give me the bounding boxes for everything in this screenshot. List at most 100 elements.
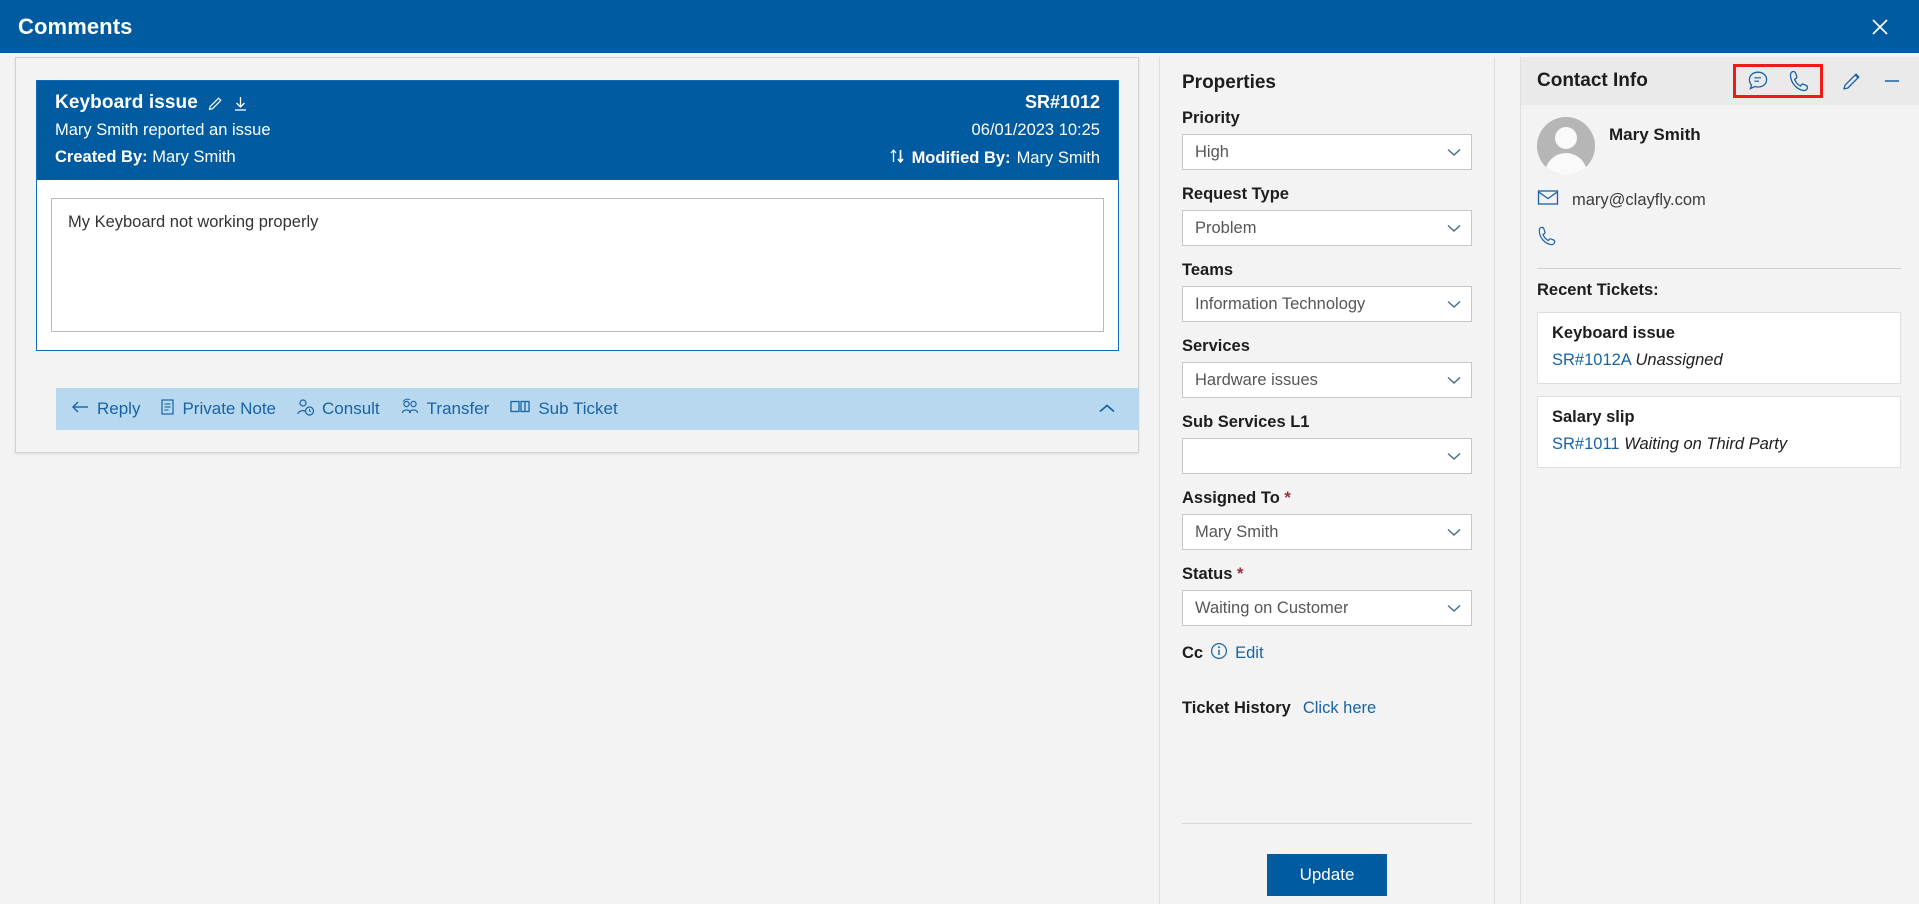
field-label-status: Status * bbox=[1182, 565, 1472, 584]
chat-icon[interactable] bbox=[1746, 69, 1770, 93]
contact-header-actions bbox=[1733, 57, 1903, 105]
created-by-value: Mary Smith bbox=[152, 148, 236, 166]
field-label-services: Services bbox=[1182, 337, 1472, 356]
action-sub-ticket[interactable]: Sub Ticket bbox=[509, 399, 618, 419]
action-sub-ticket-label: Sub Ticket bbox=[538, 399, 618, 418]
teams-select[interactable]: Information Technology bbox=[1182, 286, 1472, 322]
field-label-sub-services-l1: Sub Services L1 bbox=[1182, 413, 1472, 432]
main-content-area: Keyboard issue Mary Smith reported an is… bbox=[0, 53, 1919, 904]
status-badge: Waiting on Third Party bbox=[1624, 435, 1788, 453]
edit-pencil-glyph bbox=[1843, 73, 1860, 90]
cc-label: Cc bbox=[1182, 644, 1204, 662]
download-glyph bbox=[234, 96, 246, 111]
envelope-icon bbox=[1537, 189, 1559, 211]
contact-divider bbox=[1537, 268, 1901, 269]
modified-by-label: Modified By: bbox=[911, 149, 1011, 167]
services-label-text: Services bbox=[1182, 337, 1250, 355]
columns-glyph bbox=[510, 400, 530, 413]
sort-arrows-glyph bbox=[890, 149, 904, 164]
created-by-label: Created By: bbox=[55, 148, 148, 166]
request-type-label-text: Request Type bbox=[1182, 185, 1289, 203]
contact-email[interactable]: mary@clayfly.com bbox=[1572, 191, 1706, 210]
properties-divider bbox=[1182, 823, 1472, 824]
minimize-icon[interactable] bbox=[1881, 70, 1903, 92]
sub-services-l1-select[interactable] bbox=[1182, 438, 1472, 474]
ticket-message-body: My Keyboard not working properly bbox=[51, 198, 1104, 332]
chevron-down-icon bbox=[1447, 528, 1461, 536]
contact-email-row: mary@clayfly.com bbox=[1537, 189, 1901, 211]
avatar bbox=[1537, 117, 1595, 175]
action-transfer[interactable]: Transfer bbox=[400, 398, 490, 421]
teams-value: Information Technology bbox=[1195, 294, 1366, 313]
services-value: Hardware issues bbox=[1195, 370, 1318, 389]
action-reply[interactable]: Reply bbox=[70, 399, 140, 420]
transfer-people-icon bbox=[400, 398, 420, 421]
contact-info-body: Mary Smith mary@clayfly.com Recent Ticke… bbox=[1521, 117, 1919, 468]
recent-ticket-id[interactable]: SR#1011 bbox=[1552, 435, 1620, 453]
pencil-icon[interactable] bbox=[207, 95, 224, 112]
chevron-down-icon bbox=[1447, 224, 1461, 232]
recent-ticket-title: Salary slip bbox=[1552, 408, 1635, 426]
cc-row: Cc Edit bbox=[1182, 642, 1472, 665]
priority-select[interactable]: High bbox=[1182, 134, 1472, 170]
modified-by-value: Mary Smith bbox=[1016, 149, 1100, 167]
priority-value: High bbox=[1195, 142, 1229, 161]
chevron-up-icon[interactable] bbox=[1097, 403, 1117, 416]
phone-icon[interactable] bbox=[1537, 225, 1557, 252]
close-icon[interactable] bbox=[1863, 10, 1897, 44]
field-label-priority: Priority bbox=[1182, 109, 1472, 128]
info-glyph bbox=[1211, 642, 1228, 660]
pencil-glyph bbox=[208, 96, 222, 110]
list-item[interactable]: Salary slip SR#1011 Waiting on Third Par… bbox=[1537, 396, 1901, 468]
sort-arrows-icon[interactable] bbox=[889, 148, 906, 169]
edit-pencil-icon[interactable] bbox=[1841, 70, 1863, 92]
list-item[interactable]: Keyboard issue SR#1012A Unassigned bbox=[1537, 312, 1901, 384]
status-select[interactable]: Waiting on Customer bbox=[1182, 590, 1472, 626]
properties-panel: Properties Priority High Request Type Pr… bbox=[1159, 57, 1495, 904]
request-type-select[interactable]: Problem bbox=[1182, 210, 1472, 246]
sub-services-l1-label-text: Sub Services L1 bbox=[1182, 413, 1310, 431]
chevron-down-icon bbox=[1447, 376, 1461, 384]
ticket-history-label: Ticket History bbox=[1182, 699, 1291, 717]
ticket-card: Keyboard issue Mary Smith reported an is… bbox=[15, 57, 1139, 453]
ticket-history-link[interactable]: Click here bbox=[1303, 699, 1376, 718]
chat-glyph bbox=[1748, 71, 1768, 90]
recent-ticket-title: Keyboard issue bbox=[1552, 324, 1675, 342]
assigned-to-value: Mary Smith bbox=[1195, 522, 1279, 541]
cc-edit-link[interactable]: Edit bbox=[1235, 644, 1263, 663]
ticket-header-right: SR#1012 06/01/2023 10:25 Modified By: Ma… bbox=[889, 92, 1100, 169]
assigned-to-label-text: Assigned To bbox=[1182, 489, 1280, 507]
chevron-down-icon bbox=[1447, 452, 1461, 460]
recent-ticket-id[interactable]: SR#1012A bbox=[1552, 351, 1631, 369]
chevron-down-icon bbox=[1447, 300, 1461, 308]
info-icon[interactable] bbox=[1210, 642, 1228, 665]
highlighted-actions-group bbox=[1733, 64, 1823, 98]
properties-title: Properties bbox=[1182, 72, 1276, 93]
action-private-note-label: Private Note bbox=[182, 399, 277, 418]
update-button[interactable]: Update bbox=[1267, 854, 1387, 896]
transfer-people-glyph bbox=[401, 398, 418, 413]
chevron-up-glyph bbox=[1099, 404, 1115, 413]
services-select[interactable]: Hardware issues bbox=[1182, 362, 1472, 398]
avatar-head bbox=[1555, 127, 1577, 149]
recent-ticket-meta: SR#1011 Waiting on Third Party bbox=[1552, 435, 1886, 454]
status-badge: Unassigned bbox=[1635, 351, 1723, 369]
avatar-shoulders bbox=[1545, 153, 1587, 175]
ticket-action-bar: Reply Private Note Consult Transfer Sub … bbox=[56, 388, 1139, 430]
conversation-column: Keyboard issue Mary Smith reported an is… bbox=[0, 53, 1158, 904]
phone-icon[interactable] bbox=[1788, 69, 1810, 93]
recent-tickets-label: Recent Tickets: bbox=[1537, 281, 1659, 299]
action-reply-label: Reply bbox=[97, 399, 141, 418]
status-value: Waiting on Customer bbox=[1195, 598, 1349, 617]
download-icon[interactable] bbox=[233, 95, 248, 112]
action-transfer-label: Transfer bbox=[426, 399, 490, 418]
ticket-history-row: Ticket History Click here bbox=[1182, 699, 1472, 718]
envelope-glyph bbox=[1537, 190, 1559, 205]
required-marker: * bbox=[1284, 489, 1291, 507]
assigned-to-select[interactable]: Mary Smith bbox=[1182, 514, 1472, 550]
action-consult[interactable]: Consult bbox=[296, 398, 380, 421]
chevron-down-icon bbox=[1447, 148, 1461, 156]
ticket-title: Keyboard issue bbox=[55, 92, 198, 113]
action-private-note[interactable]: Private Note bbox=[160, 398, 276, 421]
window-title-bar: Comments bbox=[0, 0, 1919, 53]
